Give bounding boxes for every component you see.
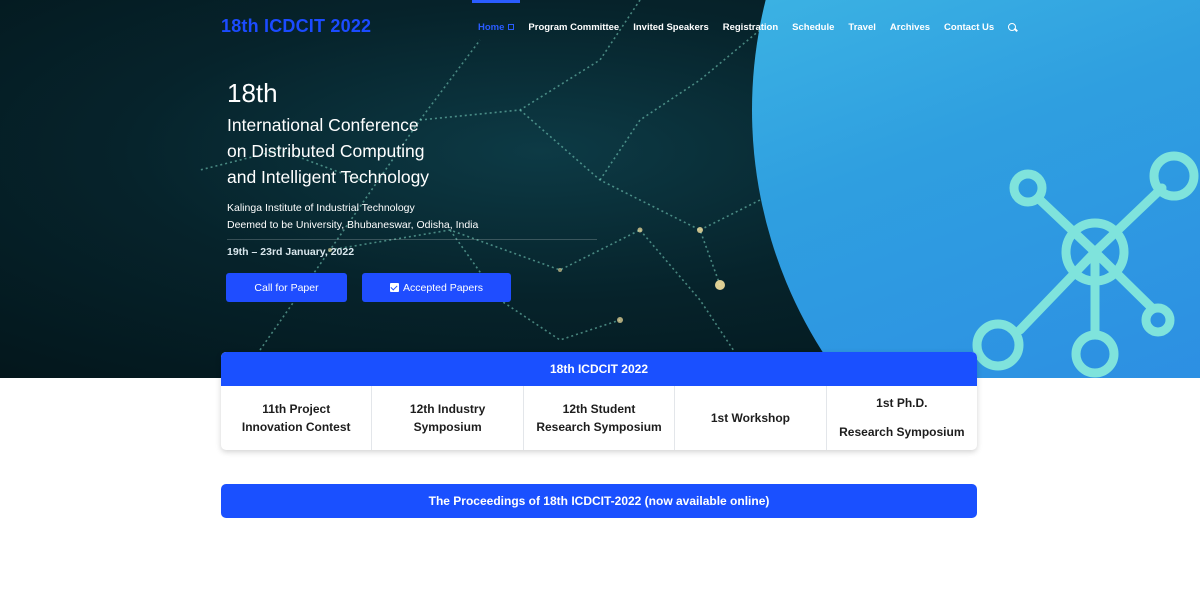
accepted-papers-label: Accepted Papers (403, 281, 483, 294)
nav-item-archives[interactable]: Archives (890, 22, 930, 33)
event-label-line: 1st Ph.D. (876, 396, 928, 410)
search-icon[interactable] (1008, 23, 1017, 32)
event-label-line: 1st Workshop (710, 411, 790, 425)
event-student-research-symposium[interactable]: 12th Student Research Symposium (524, 386, 676, 450)
conference-edition: 18th (227, 78, 278, 108)
event-label-line: Research Symposium (839, 425, 965, 439)
event-workshop[interactable]: 1st Workshop (675, 386, 827, 450)
institute-line: Deemed to be University, Bhubaneswar, Od… (227, 219, 479, 231)
network-graph-icon (972, 151, 1199, 378)
conference-title-line: and Intelligent Technology (227, 167, 430, 187)
event-label-line: 12th Student (562, 402, 636, 416)
event-label-line: Innovation Contest (241, 420, 351, 434)
nav-item-travel[interactable]: Travel (848, 22, 875, 33)
hero-divider (227, 239, 597, 240)
nav-item-home[interactable]: Home (471, 0, 521, 33)
event-project-innovation-contest[interactable]: 11th Project Innovation Contest (221, 386, 373, 450)
nav-item-registration[interactable]: Registration (723, 22, 778, 33)
events-card: 18th ICDCIT 2022 11th Project Innovation… (221, 352, 977, 450)
events-row: 11th Project Innovation Contest 12th Ind… (221, 386, 977, 450)
conference-dates: 19th – 23rd January, 2022 (227, 246, 355, 258)
accepted-papers-button[interactable]: Accepted Papers (362, 273, 511, 302)
events-card-title: 18th ICDCIT 2022 (221, 352, 977, 386)
event-industry-symposium[interactable]: 12th Industry Symposium (372, 386, 524, 450)
event-label-line: 11th Project (262, 402, 331, 416)
main-nav: Home Program Committee Invited Speakers … (471, 0, 1017, 33)
nav-item-schedule[interactable]: Schedule (792, 22, 834, 33)
checkbox-icon (390, 283, 400, 292)
institute-line: Kalinga Institute of Industrial Technolo… (227, 202, 415, 214)
nav-item-invited-speakers[interactable]: Invited Speakers (633, 22, 709, 33)
event-label-line: 12th Industry (409, 402, 486, 416)
hero-banner: 18th ICDCIT 2022 Home Program Committee … (0, 0, 1200, 378)
square-icon (508, 24, 515, 31)
event-label-line: Symposium (413, 420, 482, 434)
conference-title-line: on Distributed Computing (227, 141, 425, 161)
site-logo[interactable]: 18th ICDCIT 2022 (221, 16, 371, 37)
conference-title: International Conference on Distributed … (227, 112, 547, 190)
event-label-line: Research Symposium (536, 420, 662, 434)
proceedings-banner[interactable]: The Proceedings of 18th ICDCIT-2022 (now… (221, 484, 977, 518)
page: 18th ICDCIT 2022 Home Program Committee … (0, 0, 1200, 608)
event-phd-research-symposium[interactable]: 1st Ph.D. Research Symposium (827, 386, 977, 450)
call-for-paper-button[interactable]: Call for Paper (226, 273, 347, 302)
venue-institute: Kalinga Institute of Industrial Technolo… (227, 200, 478, 234)
conference-title-line: International Conference (227, 115, 419, 135)
nav-item-program-committee[interactable]: Program Committee (528, 22, 619, 33)
nav-item-contact-us[interactable]: Contact Us (944, 22, 994, 33)
nav-item-label: Home (478, 22, 505, 33)
